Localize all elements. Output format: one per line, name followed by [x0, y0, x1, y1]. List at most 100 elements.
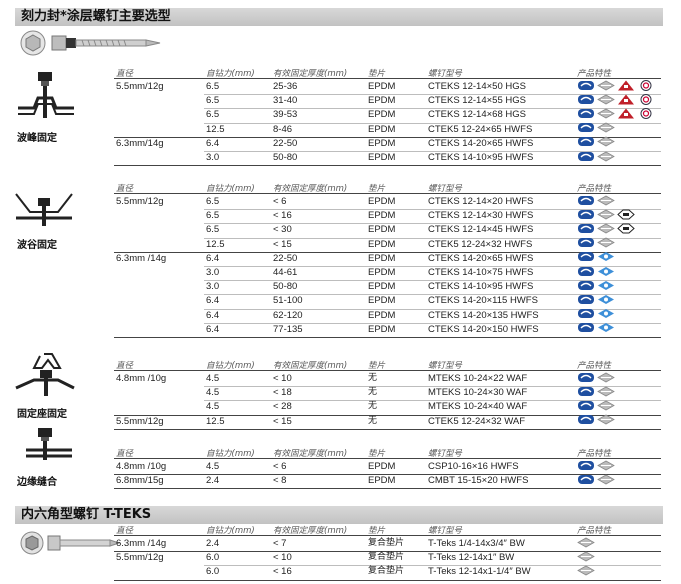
feature-icons	[577, 412, 615, 430]
drill-capacity: 6.4	[206, 323, 220, 335]
screw-model: CTEKS 14-10×75 HWFS	[428, 267, 534, 278]
washer-type: 无	[368, 415, 378, 426]
fixing-thickness: < 28	[273, 401, 292, 413]
feature-icons	[577, 294, 615, 307]
drill-capacity: 6.0	[206, 566, 220, 578]
section-end-rule	[114, 428, 661, 430]
washer-type: EPDM	[368, 123, 396, 135]
diameter-value: 5.5mm/12g	[116, 415, 164, 427]
screw-model: CTEKS 14-10×95 HWFS	[428, 152, 534, 163]
drill-capacity: 6.5	[206, 95, 220, 107]
diameter-value: 6.8mm/15g	[116, 475, 164, 487]
screw-model: CTEKS 14-20×65 HWFS	[428, 137, 534, 149]
feature-icons	[577, 106, 655, 124]
drill-capacity: 6.4	[206, 309, 220, 321]
fixing-thickness: < 18	[273, 387, 292, 399]
screw-model: MTEKS 10-24×22 WAF	[428, 373, 528, 384]
drill-capacity: 6.5	[206, 109, 220, 121]
washer-type: EPDM	[368, 224, 396, 236]
fixing-thickness: 31-40	[273, 95, 298, 107]
fixing-thickness: 22-50	[273, 137, 298, 149]
washer-type: EPDM	[368, 252, 396, 264]
fixing-thickness: < 10	[273, 373, 292, 384]
fixing-thickness: 22-50	[273, 252, 298, 264]
screw-model: CMBT 15-15×20 HWFS	[428, 475, 529, 487]
screw-model: T-Teks 12-14x1″ BW	[428, 552, 515, 564]
fixing-thickness: 25-36	[273, 81, 298, 92]
feature-icons	[577, 209, 635, 222]
screw-model: T-Teks 1/4-14x3/4″ BW	[428, 538, 525, 549]
screw-model: CTEKS 14-20×115 HWFS	[428, 295, 538, 307]
feature-icons	[577, 551, 595, 564]
coating-warranty-icon	[577, 412, 595, 430]
screw-model: CTEKS 14-20×150 HWFS	[428, 323, 539, 335]
fixing-thickness: < 6	[273, 196, 287, 207]
feature-icons	[577, 237, 615, 250]
diamond-arrow-icon	[577, 563, 595, 581]
drill-capacity: 2.4	[206, 475, 220, 487]
fixing-thickness: 8-46	[273, 123, 293, 135]
section-label: 边缘缝合	[17, 477, 57, 488]
drill-capacity: 4.5	[206, 387, 220, 399]
diamond-arrow-icon	[597, 472, 615, 490]
washer-type: 无	[368, 387, 378, 398]
fixing-thickness: 62-120	[273, 309, 303, 321]
screw-image-t-teks	[20, 531, 120, 555]
washer-type: EPDM	[368, 238, 396, 250]
fixing-thickness: < 15	[273, 415, 292, 427]
diamond-arrow-icon	[597, 412, 615, 430]
drill-capacity: 6.5	[206, 224, 220, 236]
drill-capacity: 12.5	[206, 238, 225, 250]
coating-warranty-icon	[577, 149, 595, 167]
feature-icons	[577, 472, 615, 490]
washer-type: EPDM	[368, 210, 396, 222]
drill-capacity: 3.0	[206, 281, 220, 293]
fixing-thickness: < 16	[273, 210, 292, 222]
section-end-rule	[114, 165, 661, 167]
feature-icons	[577, 280, 615, 293]
washer-type: 无	[368, 401, 378, 412]
diameter-value: 6.3mm /14g	[116, 538, 167, 549]
feature-icons	[577, 400, 615, 413]
diameter-value: 6.3mm/14g	[116, 137, 164, 149]
crest-fixing-diagram	[18, 72, 74, 118]
fixing-thickness: 44-61	[273, 267, 298, 278]
catalog-page: 刻力封*涂层螺钉主要选型 内六角型螺钉 T-TEKS 波峰固定 波谷固定 固定座…	[0, 0, 681, 584]
diameter-value: 6.3mm /14g	[116, 252, 167, 264]
drill-capacity: 6.5	[206, 81, 220, 92]
feature-icons	[577, 136, 615, 149]
washer-type: EPDM	[368, 109, 396, 121]
feature-icons	[577, 79, 655, 93]
fixing-thickness: < 30	[273, 224, 292, 236]
washer-type: EPDM	[368, 281, 396, 293]
fixing-thickness: < 15	[273, 238, 292, 250]
certification-circle-icon	[637, 106, 655, 124]
screw-model: T-Teks 12-14x1-1/4″ BW	[428, 566, 531, 578]
screw-model: CTEKS 12-14×55 HGS	[428, 95, 526, 107]
fixing-thickness: < 10	[273, 552, 292, 564]
washer-type: 复合垫片	[368, 566, 405, 577]
diamond-arrow-icon	[597, 149, 615, 167]
screw-model: CTEKS 12-14×50 HGS	[428, 81, 526, 92]
feature-icons	[577, 460, 615, 473]
drill-capacity: 4.5	[206, 461, 220, 472]
drill-capacity: 6.5	[206, 196, 220, 207]
washer-type: EPDM	[368, 309, 396, 321]
fixing-thickness: 50-80	[273, 152, 298, 163]
section-end-rule	[114, 337, 661, 338]
section-end-rule	[114, 488, 661, 490]
screw-model: MTEKS 10-24×30 WAF	[428, 387, 528, 399]
section-title: 刻力封*涂层螺钉主要选型	[15, 8, 663, 26]
washer-type: EPDM	[368, 267, 396, 278]
screw-model: CTEK5 12-24×65 HWFS	[428, 123, 533, 135]
screw-model: CTEKS 14-20×65 HWFS	[428, 252, 534, 264]
feature-icons	[577, 323, 615, 335]
fixing-thickness: 77-135	[273, 323, 303, 335]
washer-type: EPDM	[368, 475, 396, 487]
fixing-thickness: < 6	[273, 461, 287, 472]
valley-fixing-diagram	[15, 193, 73, 226]
drill-capacity: 6.5	[206, 210, 220, 222]
screw-model: CTEKS 12-14×68 HGS	[428, 109, 526, 121]
washer-type: 无	[368, 373, 378, 383]
section-label: 固定座固定	[17, 409, 67, 420]
